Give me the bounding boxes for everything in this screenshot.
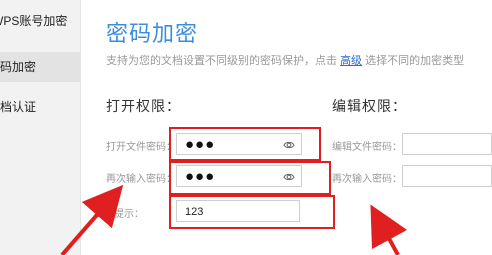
edit-file-password-label: 编辑文件密码： [332, 142, 402, 153]
edit-password-field[interactable] [402, 133, 492, 155]
description-text: 支持为您的文档设置不同级别的密码保护，点击 [106, 55, 337, 67]
hint-label: 密码提示： [94, 209, 144, 220]
annotation-box-hint [169, 195, 335, 229]
edit-confirm-label: 再次输入密码： [332, 174, 402, 185]
page-title: 密码加密 [106, 21, 199, 46]
sidebar-item-doc-auth[interactable]: 文档认证 [0, 92, 80, 122]
annotation-box-open-password [169, 127, 321, 161]
edit-permission-heading: 编辑权限： [332, 98, 407, 114]
sidebar-item-label: 文档认证 [0, 100, 37, 114]
description: 支持为您的文档设置不同级别的密码保护，点击 高级 选择不同的加密类型 [106, 52, 464, 68]
open-file-password-label: 打开文件密码： [106, 142, 176, 153]
sidebar-item-password-encrypt[interactable]: 密码加密 [0, 52, 80, 82]
description-suffix: 选择不同的加密类型 [365, 55, 465, 67]
open-permission-heading: 打开权限： [106, 98, 181, 114]
advanced-link[interactable]: 高级 [340, 55, 362, 67]
edit-confirm-field[interactable] [402, 165, 492, 187]
sidebar-item-label: 密码加密 [0, 60, 37, 74]
sidebar: WPS账号加密 密码加密 文档认证 [0, 0, 81, 255]
sidebar-item-wps-account[interactable]: WPS账号加密 [0, 6, 80, 36]
annotation-box-confirm-password [169, 161, 331, 195]
sidebar-item-label: WPS账号加密 [0, 14, 68, 28]
open-confirm-label: 再次输入密码： [106, 174, 176, 185]
